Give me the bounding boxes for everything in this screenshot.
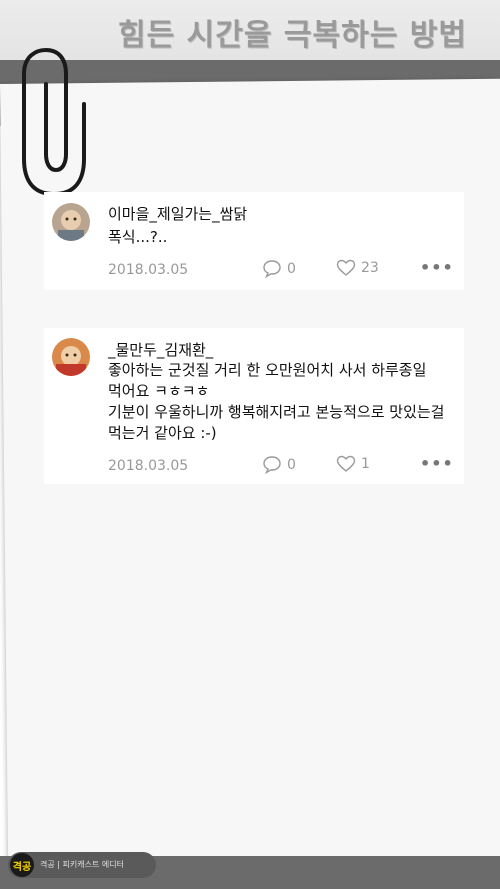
editor-caption: 격공 | 피키캐스트 에디터 bbox=[40, 860, 124, 869]
comment-date: 2018.03.05 bbox=[108, 458, 189, 474]
heart-icon bbox=[336, 455, 356, 472]
paperclip-icon bbox=[22, 47, 86, 196]
heart-icon bbox=[336, 259, 356, 276]
comment-nickname[interactable]: 이마을_제일가는_쌈닭 bbox=[108, 203, 247, 224]
comment-text-line: 좋아하는 군것질 거리 한 오만원어치 사서 하루종일 bbox=[108, 361, 427, 379]
avatar[interactable] bbox=[52, 338, 90, 376]
speech-bubble-icon bbox=[263, 260, 281, 278]
comment-nickname[interactable]: _물만두_김재환_ bbox=[108, 339, 213, 360]
reply-count: 0 bbox=[287, 260, 296, 277]
editor-badge[interactable]: 격공 격공 | 피키캐스트 에디터 bbox=[8, 852, 156, 878]
comment-text-line: 먹어요 ㅋㅎㅋㅎ bbox=[108, 382, 210, 400]
more-dots-icon[interactable]: ••• bbox=[420, 258, 454, 277]
like-button[interactable]: 1 bbox=[336, 455, 370, 473]
editor-logo: 격공 bbox=[10, 853, 34, 877]
page-title: 힘든 시간을 극복하는 방법 bbox=[118, 18, 467, 53]
comment-date: 2018.03.05 bbox=[108, 262, 189, 278]
reply-count: 0 bbox=[287, 456, 296, 473]
comment-text-line: 기분이 우울하니까 행복해지려고 본능적으로 맛있는걸 bbox=[108, 403, 445, 421]
comment-card-bg bbox=[44, 192, 464, 290]
reply-button[interactable]: 0 bbox=[262, 259, 296, 278]
comment-text-line: 먹는거 같아요 :-) bbox=[108, 424, 217, 442]
avatar[interactable] bbox=[52, 203, 90, 241]
like-count: 1 bbox=[361, 456, 370, 472]
more-dots-icon[interactable]: ••• bbox=[420, 454, 454, 473]
like-button[interactable]: 23 bbox=[336, 259, 379, 277]
comment-text: 폭식...?.. bbox=[108, 228, 168, 246]
like-count: 23 bbox=[361, 260, 379, 276]
speech-bubble-icon bbox=[263, 456, 281, 474]
reply-button[interactable]: 0 bbox=[262, 455, 296, 474]
